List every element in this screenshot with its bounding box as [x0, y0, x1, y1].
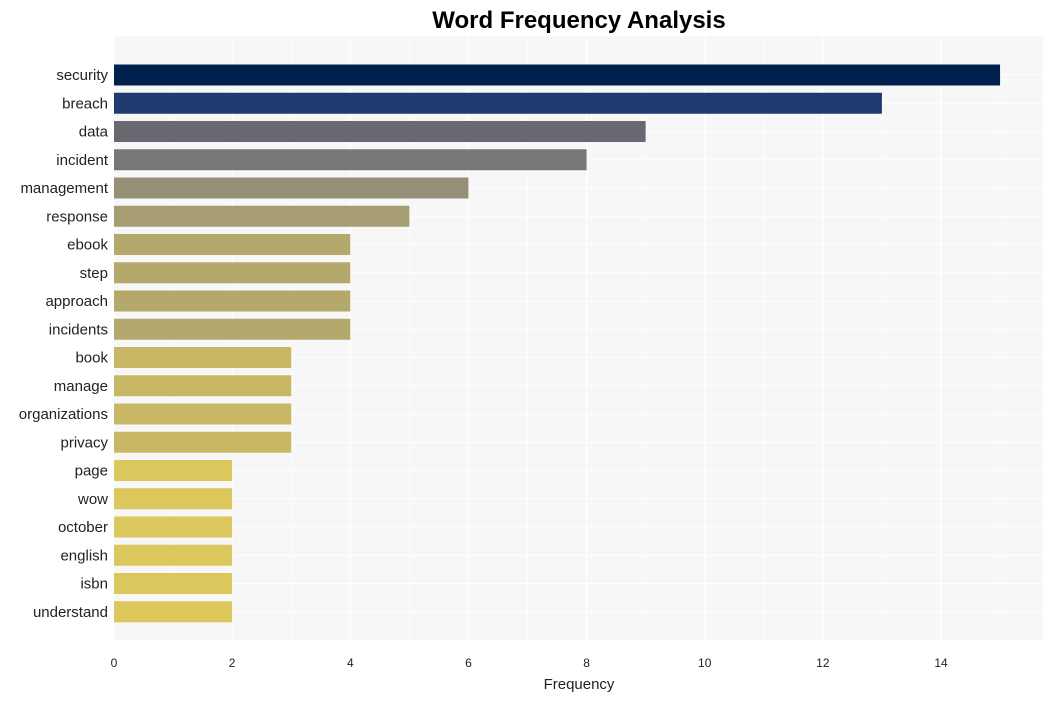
bar-incident [114, 149, 587, 171]
y-tick-label: breach [62, 95, 108, 112]
bar-step [114, 262, 351, 284]
y-tick-label: october [58, 519, 108, 536]
x-tick-label: 12 [816, 656, 830, 670]
bar-october [114, 516, 233, 538]
bar-response [114, 205, 410, 227]
y-tick-label: incidents [49, 321, 108, 338]
y-tick-label: response [46, 208, 108, 225]
y-tick-label: approach [45, 293, 108, 310]
y-tick-label: data [79, 124, 109, 141]
x-tick-labels: 0 2 4 6 8 10 12 14 [111, 656, 948, 670]
bar-data [114, 121, 646, 142]
bar-wow [114, 488, 233, 510]
y-tick-label: book [75, 350, 108, 367]
x-axis-label: Frequency [544, 676, 615, 693]
bar-privacy [114, 431, 292, 453]
y-tick-label: ebook [67, 237, 108, 254]
y-tick-label: management [20, 180, 108, 197]
y-tick-label: isbn [80, 576, 108, 593]
bar-isbn [114, 573, 233, 594]
bar-page [114, 460, 233, 481]
bar-manage [114, 375, 292, 397]
y-tick-label: security [56, 67, 108, 84]
x-tick-label: 10 [698, 656, 712, 670]
bar-english [114, 544, 233, 566]
x-tick-label: 4 [347, 656, 354, 670]
bar-management [114, 177, 469, 199]
chart-title: Word Frequency Analysis [432, 7, 725, 34]
y-tick-label: understand [33, 604, 108, 621]
x-tick-label: 0 [111, 656, 118, 670]
y-tick-label: page [75, 463, 108, 480]
x-tick-label: 14 [934, 656, 948, 670]
x-tick-label: 6 [465, 656, 472, 670]
bar-understand [114, 601, 233, 623]
x-tick-label: 2 [229, 656, 236, 670]
bar-organizations [114, 403, 292, 425]
y-tick-label: manage [54, 378, 108, 395]
y-tick-label: english [60, 547, 108, 564]
bar-incidents [114, 318, 351, 340]
y-tick-labels: security breach data incident management resp… [19, 67, 109, 621]
y-tick-label: organizations [19, 406, 108, 423]
y-tick-label: privacy [60, 434, 108, 451]
bar-chart: security breach data incident management resp… [19, 7, 1043, 693]
y-tick-label: wow [77, 491, 108, 508]
bar-ebook [114, 234, 351, 255]
bar-security [114, 64, 1001, 86]
y-tick-label: incident [56, 152, 109, 169]
bar-book [114, 347, 292, 368]
bar-breach [114, 92, 882, 114]
y-tick-label: step [80, 265, 108, 282]
bar-approach [114, 290, 351, 312]
x-tick-label: 8 [583, 656, 590, 670]
